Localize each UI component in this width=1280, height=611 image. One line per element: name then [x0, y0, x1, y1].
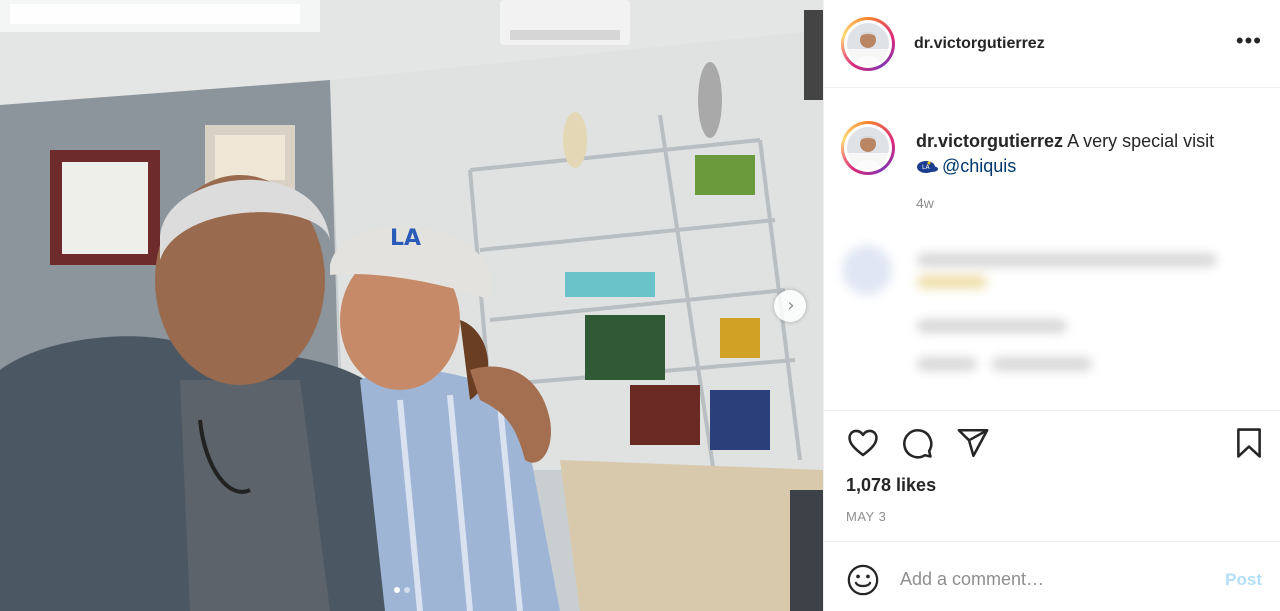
caption-username[interactable]: dr.victorgutierrez: [916, 131, 1063, 151]
avatar[interactable]: [841, 17, 895, 71]
heart-icon[interactable]: [846, 426, 880, 460]
blurred-comment: [842, 239, 1262, 389]
post-date[interactable]: MAY 3: [846, 509, 886, 524]
caption: dr.victorgutierrez A very special visit …: [916, 129, 1256, 179]
carousel-dot-active: [394, 587, 400, 593]
avatar-image: [847, 127, 889, 169]
carousel-next-button[interactable]: ›: [774, 290, 806, 322]
photo-scene: LA: [0, 0, 823, 611]
dodgers-cap-emoji-icon: LA: [917, 161, 938, 173]
post-sidebar: dr.victorgutierrez ••• dr.victorgutierre…: [823, 0, 1280, 611]
svg-text:LA: LA: [922, 164, 930, 171]
post-comment-button[interactable]: Post: [1225, 570, 1262, 590]
carousel-indicator: [394, 587, 410, 593]
post-photo[interactable]: LA ›: [0, 0, 823, 611]
paper-plane-icon[interactable]: [956, 426, 990, 460]
carousel-dot: [404, 587, 410, 593]
post-header: dr.victorgutierrez •••: [824, 0, 1280, 88]
smiley-icon[interactable]: [846, 563, 880, 597]
post-actions: 1,078 likes MAY 3 Post: [824, 410, 1280, 610]
comment-form: Post: [824, 541, 1280, 611]
comment-icon[interactable]: [900, 426, 934, 460]
caption-text: A very special visit: [1067, 131, 1215, 151]
svg-text:LA: LA: [390, 226, 421, 251]
more-horizontal-icon[interactable]: •••: [1236, 30, 1262, 52]
chevron-right-icon: ›: [787, 295, 795, 316]
comment-input[interactable]: [900, 564, 1200, 594]
header-username[interactable]: dr.victorgutierrez: [914, 35, 1045, 53]
caption-mention-link[interactable]: @chiquis: [942, 156, 1016, 176]
avatar-image: [847, 23, 889, 65]
caption-avatar[interactable]: [841, 121, 895, 175]
comments-section: dr.victorgutierrez A very special visit …: [824, 89, 1280, 410]
caption-age: 4w: [916, 195, 934, 211]
likes-count[interactable]: 1,078 likes: [846, 475, 936, 496]
bookmark-icon[interactable]: [1232, 426, 1266, 460]
